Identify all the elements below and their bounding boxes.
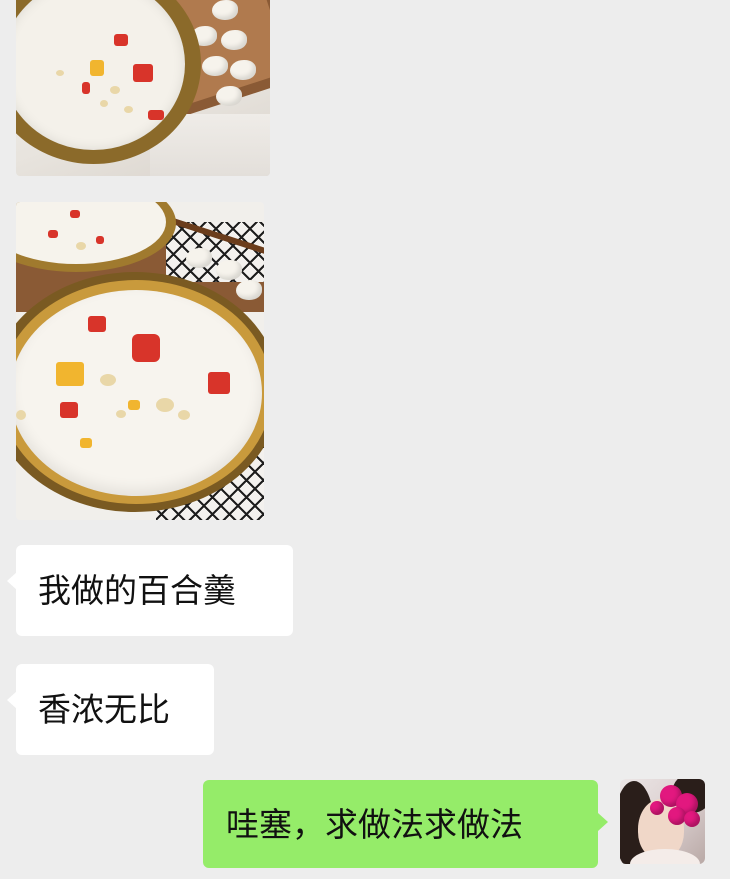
message-text: 哇塞，求做法求做法 xyxy=(226,804,523,844)
message-text: 我做的百合羹 xyxy=(38,571,236,610)
lily-bulb xyxy=(221,30,247,50)
chat-area: 我做的百合羹 香浓无比 哇塞，求做法求做法 xyxy=(0,0,730,879)
incoming-message-bubble[interactable]: 我做的百合羹 xyxy=(7,545,293,636)
image-message-food-photo[interactable] xyxy=(16,0,270,176)
lily-bulb xyxy=(186,248,212,268)
lily-bulb xyxy=(230,60,256,80)
outgoing-message-bubble[interactable]: 哇塞，求做法求做法 xyxy=(203,780,608,868)
lily-bulb xyxy=(202,56,228,76)
lily-bulb xyxy=(216,260,242,280)
message-text: 香浓无比 xyxy=(38,690,170,729)
incoming-message-bubble[interactable]: 香浓无比 xyxy=(7,664,214,755)
user-avatar[interactable] xyxy=(620,779,705,864)
lily-bulb xyxy=(212,0,238,20)
lily-bulb xyxy=(216,86,242,106)
lily-bulb xyxy=(236,280,262,300)
image-message-food-photo[interactable] xyxy=(16,202,264,520)
